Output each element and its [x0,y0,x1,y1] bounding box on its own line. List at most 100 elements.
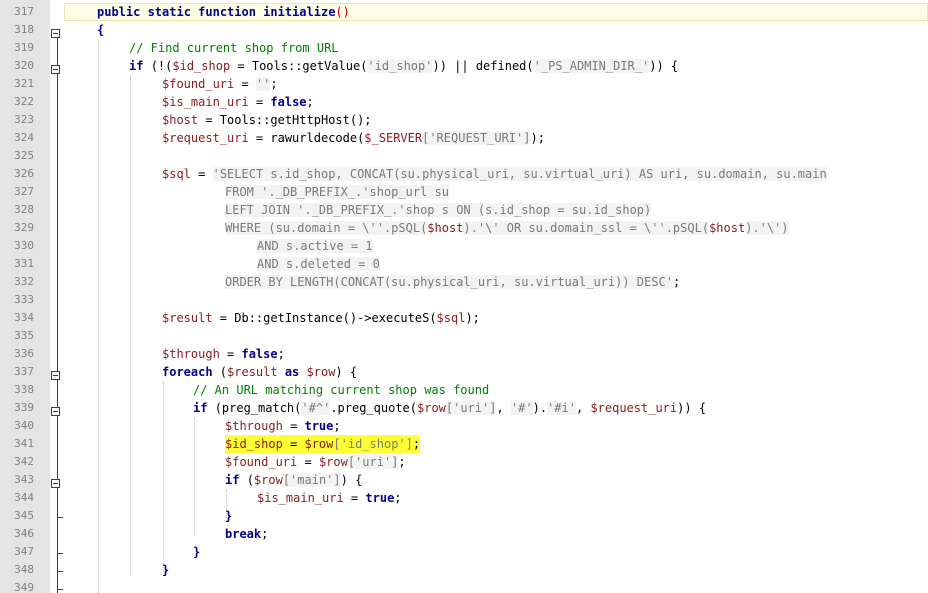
string: 'SELECT s.id_shop, CONCAT(su.physical_ur… [212,167,827,181]
fold-collapse-icon[interactable] [51,29,60,38]
code-text: = [282,437,305,451]
code-text: = Tools::getHttpHost(); [198,113,372,127]
string: ['main'] [282,473,341,487]
variable: $is_main_uri [257,491,344,505]
indent-guide [194,418,195,536]
code-text: ); [465,311,480,325]
code-line-344: $is_main_uri = true; [257,489,402,507]
keyword: false [270,95,307,109]
line-number: 324 [14,131,34,144]
string: AND s.active = 1 [257,239,373,253]
fold-collapse-icon[interactable] [51,407,60,416]
keyword: as [277,365,307,379]
code-text: ( [246,473,254,487]
line-number: 327 [14,185,34,198]
string: '#' [510,401,533,415]
comment: // Find current shop from URL [129,41,339,55]
line-number: 338 [14,383,34,396]
keyword: if [225,473,247,487]
code-line-332: ORDER BY LENGTH(CONCAT(su.physical_uri, … [225,273,680,291]
variable: $host [709,221,746,235]
line-number: 334 [14,311,34,324]
keyword: public static function [97,5,264,19]
code-text: , [575,401,591,415]
variable: $row [318,455,348,469]
fold-collapse-icon[interactable] [51,65,60,74]
code-line-328: LEFT JOIN '._DB_PREFIX_.'shop s ON (s.id… [225,201,652,219]
variable: $row [253,473,283,487]
line-number: 348 [14,563,34,576]
comment: // An URL matching current shop was foun… [193,383,490,397]
code-text: = [248,95,271,109]
code-line-341-highlighted: $id_shop = $row['id_shop']; [225,435,421,453]
line-number: 323 [14,113,34,126]
line-number: 341 [14,437,34,450]
variable: $request_uri [162,131,249,145]
code-text: = Db::getInstance()->executeS( [212,311,437,325]
line-number: 328 [14,203,34,216]
variable: $row [417,401,446,415]
variable: $sql [436,311,466,325]
variable: $sql [162,167,191,181]
code-area[interactable]: public static function initialize() { //… [64,0,928,593]
brace: } [162,563,170,577]
string: ).'\' OR su.domain_ssl = \''.pSQL( [463,221,710,235]
brace: { [97,23,105,37]
code-line-320: if (!($id_shop = Tools::getValue('id_sho… [129,57,678,75]
code-text: = [297,455,319,469]
code-line-323: $host = Tools::getHttpHost(); [162,111,372,129]
code-line-318: { [97,21,104,39]
code-line-327: FROM '._DB_PREFIX_.'shop_url su [225,183,449,201]
line-number: 349 [14,581,34,593]
string: ORDER BY LENGTH(CONCAT(su.physical_uri, … [225,275,673,289]
variable: $id_shop [225,437,283,451]
code-text: )) { [677,401,707,415]
fold-end-marker [57,589,63,590]
keyword: false [241,347,278,361]
variable: $host [162,113,199,127]
line-number: 347 [14,545,34,558]
code-text: (preg_match( [214,401,302,415]
line-number: 342 [14,455,34,468]
line-number: 335 [14,329,34,342]
indent-guide [98,40,99,593]
line-number: 340 [14,419,34,432]
code-line-319: // Find current shop from URL [129,39,339,57]
code-text: , [496,401,511,415]
code-line-331: AND s.deleted = 0 [257,255,380,273]
code-line-334: $result = Db::getInstance()->executeS($s… [162,309,480,327]
code-text: = [343,491,366,505]
variable: $row [306,365,336,379]
string: '_PS_ADMIN_DIR_' [533,59,650,73]
keyword: if [129,59,151,73]
variable: $row [304,437,334,451]
fold-collapse-icon[interactable] [51,479,60,488]
code-line-347: } [193,543,200,561]
line-number: 343 [14,473,34,486]
fold-collapse-icon[interactable] [51,371,60,380]
line-number: 321 [14,77,34,90]
line-number: 337 [14,365,34,378]
code-line-321: $found_uri = ''; [162,75,278,93]
string: WHERE (su.domain = \''.pSQL( [225,221,428,235]
code-text: ) { [335,365,358,379]
code-text: = [282,419,305,433]
string: '' [255,77,271,91]
string: ['id_shop'] [333,437,413,451]
variable: $is_main_uri [162,95,249,109]
line-number: 336 [14,347,34,360]
code-text: ; [333,419,341,433]
code-text: ; [277,347,285,361]
code-editor[interactable]: 317 318 319 320 321 322 323 324 325 326 327 328 329 3… [0,0,928,593]
line-number: 345 [14,509,34,522]
variable: $_SERVER [364,131,423,145]
line-number: 330 [14,239,34,252]
indent-guide [130,76,131,576]
code-text: ; [270,77,278,91]
code-line-317: public static function initialize() [97,3,350,21]
code-text: = rawurldecode( [248,131,365,145]
code-text: )) || defined( [432,59,534,73]
code-line-339: if (preg_match('#^'.preg_quote($row['uri… [193,399,706,417]
variable: $found_uri [225,455,298,469]
paren-match: () [335,5,350,19]
